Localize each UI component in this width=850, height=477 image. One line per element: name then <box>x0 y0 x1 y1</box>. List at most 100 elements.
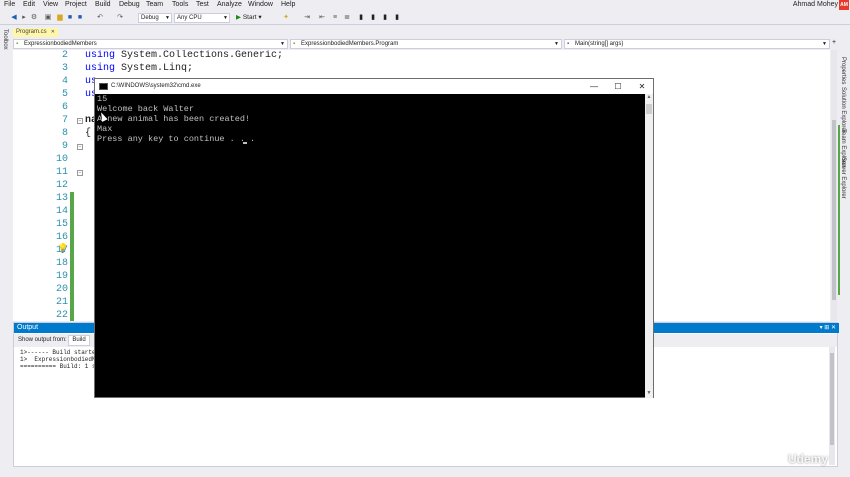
output-scrollbar[interactable] <box>829 347 835 465</box>
scrollbar-thumb[interactable] <box>830 353 834 445</box>
line-number: 7 <box>61 115 68 126</box>
scrollbar-thumb[interactable] <box>646 104 652 114</box>
line-number: 13 <box>55 193 68 204</box>
console-icon <box>99 83 108 90</box>
minimize-icon[interactable]: — <box>583 79 605 94</box>
code-line: using System.Linq; <box>85 63 194 74</box>
menu-edit[interactable]: Edit <box>23 1 35 8</box>
bookmark-icon[interactable]: ▮ <box>357 14 365 22</box>
line-number: 4 <box>61 76 68 87</box>
class-dropdown[interactable]: ▪ ExpressionbodiedMembers.Program ▼ <box>290 39 562 49</box>
line-number: 19 <box>55 271 68 282</box>
chevron-down-icon: ▼ <box>554 41 559 47</box>
member-dropdown[interactable]: ▪ Main(string[] args) ▼ <box>564 39 830 49</box>
menu-bar: File Edit View Project Build Debug Team … <box>0 0 850 11</box>
console-line: Welcome back Walter <box>97 104 194 114</box>
menu-help[interactable]: Help <box>281 1 295 8</box>
output-line: 1> ExpressionbodiedM <box>20 356 96 363</box>
forward-icon[interactable]: ▸ <box>20 14 28 22</box>
menu-analyze[interactable]: Analyze <box>217 1 242 8</box>
user-name[interactable]: Ahmad Mohey <box>793 1 838 8</box>
toolbox-tab[interactable]: Toolbox <box>2 29 8 50</box>
toolbar: ◀ ▸ ⚙ ▣ ▆ ■ ■ ↶ ↷ Debug ▼ Any CPU ▼ ▶ Star… <box>0 11 850 25</box>
scroll-up-icon[interactable]: ▲ <box>645 94 653 102</box>
line-number: 11 <box>55 167 68 178</box>
line-number: 3 <box>61 63 68 74</box>
csharp-project-icon: ▪ <box>16 41 19 47</box>
scrollbar-change-marker <box>838 125 840 295</box>
tab-program-cs[interactable]: Program.cs ✕ <box>13 28 58 37</box>
line-number: 15 <box>55 219 68 230</box>
scroll-down-icon[interactable]: ▼ <box>645 390 653 398</box>
line-number: 9 <box>61 141 68 152</box>
step-icon[interactable]: ⇥ <box>303 14 311 22</box>
menu-project[interactable]: Project <box>65 1 87 8</box>
menu-window[interactable]: Window <box>248 1 273 8</box>
save-all-icon[interactable]: ■ <box>76 14 84 22</box>
lightbulb-icon[interactable]: 💡 <box>57 243 68 254</box>
line-number: 6 <box>61 102 68 113</box>
udemy-watermark: Udemy <box>787 452 828 466</box>
server-explorer-tab[interactable]: Server Explorer <box>840 157 846 199</box>
code-line: { <box>85 128 92 139</box>
new-project-icon[interactable]: ▣ <box>44 14 52 22</box>
method-icon: ▪ <box>567 41 570 47</box>
close-icon[interactable]: ✕ <box>631 79 653 94</box>
open-folder-icon[interactable]: ▆ <box>56 14 64 22</box>
chevron-down-icon: ▼ <box>822 41 827 47</box>
close-icon[interactable]: ✕ <box>51 28 55 37</box>
scrollbar-thumb[interactable] <box>832 120 836 300</box>
comment-icon[interactable]: ≡ <box>331 14 339 22</box>
line-number-gutter: 2 3 4 5 6 7 8 9 10 11 12 13 14 15 16 17 … <box>13 50 68 321</box>
step-over-icon[interactable]: ⇤ <box>318 14 326 22</box>
hot-reload-icon[interactable]: ✦ <box>282 14 290 22</box>
code-line: using System.Collections.Generic; <box>85 50 284 61</box>
cmd-window[interactable]: C:\WINDOWS\system32\cmd.exe — ☐ ✕ 15 Wel… <box>94 78 654 398</box>
uncomment-icon[interactable]: ≣ <box>343 14 351 22</box>
collapse-icon[interactable]: − <box>77 144 83 150</box>
solution-explorer-tab[interactable]: Solution Explorer <box>840 87 846 133</box>
line-number: 20 <box>55 284 68 295</box>
left-tool-strip: Toolbox <box>0 25 11 477</box>
cmd-title-bar[interactable]: C:\WINDOWS\system32\cmd.exe — ☐ ✕ <box>95 79 653 94</box>
line-number: 10 <box>55 154 68 165</box>
menu-team[interactable]: Team <box>146 1 163 8</box>
line-number: 21 <box>55 297 68 308</box>
start-button[interactable]: ▶ Start ▾ <box>236 13 262 23</box>
cmd-scrollbar[interactable]: ▲ ▼ <box>645 94 653 398</box>
menu-test[interactable]: Test <box>196 1 209 8</box>
platform-select[interactable]: Any CPU ▼ <box>174 13 230 23</box>
back-icon[interactable]: ◀ <box>10 14 18 22</box>
editor-scrollbar[interactable] <box>831 50 837 321</box>
collapse-icon[interactable]: − <box>77 118 83 124</box>
redo-icon[interactable]: ↷ <box>116 14 124 22</box>
class-icon: ▪ <box>293 41 296 47</box>
clear-bookmarks-icon[interactable]: ▮ <box>393 14 401 22</box>
collapse-icon[interactable]: − <box>77 170 83 176</box>
next-bookmark-icon[interactable]: ▮ <box>381 14 389 22</box>
line-number: 18 <box>55 258 68 269</box>
split-icon[interactable]: + <box>832 39 836 46</box>
menu-debug[interactable]: Debug <box>119 1 140 8</box>
settings-icon[interactable]: ⚙ <box>30 14 38 22</box>
prev-bookmark-icon[interactable]: ▮ <box>369 14 377 22</box>
menu-build[interactable]: Build <box>95 1 111 8</box>
menu-view[interactable]: View <box>43 1 58 8</box>
save-icon[interactable]: ■ <box>66 14 74 22</box>
project-dropdown[interactable]: ▪ ExpressionbodiedMembers ▼ <box>13 39 288 49</box>
output-source-select[interactable]: Build <box>68 335 90 346</box>
maximize-icon[interactable]: ☐ <box>607 79 629 94</box>
console-line: Press any key to continue . . . <box>97 134 256 144</box>
chevron-down-icon: ▼ <box>223 15 228 21</box>
chevron-down-icon: ▼ <box>165 15 170 21</box>
panel-controls[interactable]: ▾ ⊞ ✕ <box>820 323 836 333</box>
menu-tools[interactable]: Tools <box>172 1 188 8</box>
chevron-down-icon: ▼ <box>280 41 285 47</box>
avatar[interactable]: AM <box>839 0 849 10</box>
change-indicator <box>70 192 74 321</box>
configuration-select[interactable]: Debug ▼ <box>138 13 172 23</box>
menu-file[interactable]: File <box>4 1 15 8</box>
line-number: 5 <box>61 89 68 100</box>
properties-tab[interactable]: Properties <box>840 57 846 84</box>
undo-icon[interactable]: ↶ <box>96 14 104 22</box>
